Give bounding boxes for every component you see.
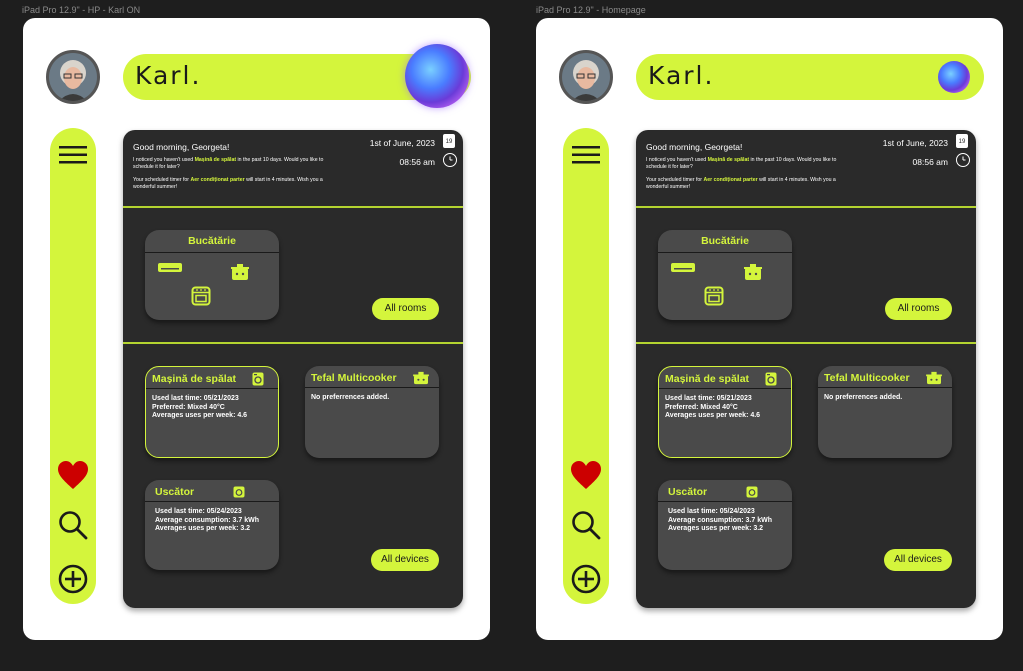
all-rooms-button[interactable]: All rooms — [372, 298, 439, 320]
favorites-heart-icon[interactable] — [50, 460, 96, 495]
timer-message: Your scheduled timer for Aer condiționat… — [646, 177, 836, 190]
oven-icon — [704, 286, 724, 306]
device-details: Used last time: 05/24/2023 Average consu… — [155, 508, 259, 532]
room-title: Bucătărie — [701, 235, 749, 247]
karl-orb-icon[interactable] — [938, 61, 970, 93]
dashboard-card: Good morning, Georgeta! I noticed you ha… — [123, 130, 463, 608]
time-display: 08:56 am — [912, 157, 948, 167]
assistant-name: Karl. — [135, 61, 202, 90]
date-display: 1st of June, 2023 — [882, 138, 948, 148]
device-details: Used last time: 05/21/2023 Preferred: Mi… — [665, 395, 761, 419]
divider — [659, 388, 791, 389]
frame-label: iPad Pro 12.9" - HP - Karl ON — [22, 5, 141, 15]
notice-message: I noticed you haven't used Mașină de spă… — [646, 157, 837, 170]
ipad-frame-karl-on: Karl. Good morning, Georgeta! I noticed … — [23, 18, 490, 640]
device-card-masina-de-spalat[interactable]: Mașină de spălat Used last time: 05/21/2… — [145, 366, 279, 458]
oven-icon — [191, 286, 211, 306]
assistant-name: Karl. — [648, 61, 715, 90]
time-display: 08:56 am — [399, 157, 435, 167]
divider — [145, 501, 279, 502]
device-card-tefal-multicooker[interactable]: Tefal Multicooker No preferrences added. — [818, 366, 952, 458]
all-devices-button[interactable]: All devices — [884, 549, 952, 571]
greeting: Good morning, Georgeta! — [646, 142, 743, 152]
all-devices-button[interactable]: All devices — [371, 549, 439, 571]
air-conditioner-icon — [158, 263, 182, 272]
sidebar — [563, 128, 609, 604]
clock-icon[interactable] — [956, 153, 970, 167]
karl-orb-icon[interactable] — [405, 44, 469, 108]
divider — [145, 252, 279, 253]
menu-icon[interactable] — [50, 144, 96, 171]
multicooker-icon — [413, 371, 429, 385]
room-card-bucatarie[interactable]: Bucătărie — [658, 230, 792, 320]
favorites-heart-icon[interactable] — [563, 460, 609, 495]
dryer-icon — [233, 486, 245, 498]
date-display: 1st of June, 2023 — [369, 138, 435, 148]
washing-machine-icon — [765, 372, 777, 386]
notice-device-link[interactable]: Mașină de spălat — [195, 157, 237, 163]
divider — [123, 206, 463, 208]
dryer-icon — [746, 486, 758, 498]
search-icon[interactable] — [50, 510, 96, 545]
air-conditioner-icon — [671, 263, 695, 272]
multicooker-icon — [744, 264, 762, 280]
device-title: Mașină de spălat — [152, 373, 237, 385]
device-details: No preferrences added. — [311, 394, 390, 401]
multicooker-icon — [926, 371, 942, 385]
divider — [636, 206, 976, 208]
frame-label: iPad Pro 12.9" - Homepage — [536, 5, 646, 15]
ipad-frame-homepage: Karl. Good morning, Georgeta! I noticed … — [536, 18, 1003, 640]
karl-assistant-bar[interactable]: Karl. — [123, 44, 471, 108]
timer-device-link[interactable]: Aer condiționat parter — [703, 177, 757, 183]
dashboard-card: Good morning, Georgeta! I noticed you ha… — [636, 130, 976, 608]
device-card-uscator[interactable]: Uscător Used last time: 05/24/2023 Avera… — [145, 480, 279, 570]
device-details: No preferrences added. — [824, 394, 903, 401]
greeting: Good morning, Georgeta! — [133, 142, 230, 152]
menu-icon[interactable] — [563, 144, 609, 171]
add-icon[interactable] — [50, 564, 96, 599]
sidebar — [50, 128, 96, 604]
divider — [818, 387, 952, 388]
device-card-uscator[interactable]: Uscător Used last time: 05/24/2023 Avera… — [658, 480, 792, 570]
multicooker-icon — [231, 264, 249, 280]
device-details: Used last time: 05/21/2023 Preferred: Mi… — [152, 395, 248, 419]
divider — [658, 252, 792, 253]
room-title: Bucătărie — [188, 235, 236, 247]
all-rooms-button[interactable]: All rooms — [885, 298, 952, 320]
divider — [123, 342, 463, 344]
clock-icon[interactable] — [443, 153, 457, 167]
calendar-icon[interactable]: 19 — [443, 134, 455, 148]
search-icon[interactable] — [563, 510, 609, 545]
room-card-bucatarie[interactable]: Bucătărie — [145, 230, 279, 320]
device-title: Uscător — [155, 486, 195, 498]
timer-device-link[interactable]: Aer condiționat parter — [190, 177, 244, 183]
device-title: Tefal Multicooker — [824, 372, 910, 384]
notice-device-link[interactable]: Mașină de spălat — [708, 157, 750, 163]
notice-message: I noticed you haven't used Mașină de spă… — [133, 157, 324, 170]
device-title: Tefal Multicooker — [311, 372, 397, 384]
avatar[interactable] — [559, 50, 613, 104]
divider — [146, 388, 278, 389]
add-icon[interactable] — [563, 564, 609, 599]
divider — [305, 387, 439, 388]
device-card-tefal-multicooker[interactable]: Tefal Multicooker No preferrences added. — [305, 366, 439, 458]
karl-assistant-bar[interactable]: Karl. — [636, 54, 984, 100]
device-title: Mașină de spălat — [665, 373, 750, 385]
divider — [636, 342, 976, 344]
divider — [658, 501, 792, 502]
avatar[interactable] — [46, 50, 100, 104]
device-card-masina-de-spalat[interactable]: Mașină de spălat Used last time: 05/21/2… — [658, 366, 792, 458]
calendar-icon[interactable]: 19 — [956, 134, 968, 148]
device-details: Used last time: 05/24/2023 Average consu… — [668, 508, 772, 532]
washing-machine-icon — [252, 372, 264, 386]
timer-message: Your scheduled timer for Aer condiționat… — [133, 177, 323, 190]
device-title: Uscător — [668, 486, 708, 498]
